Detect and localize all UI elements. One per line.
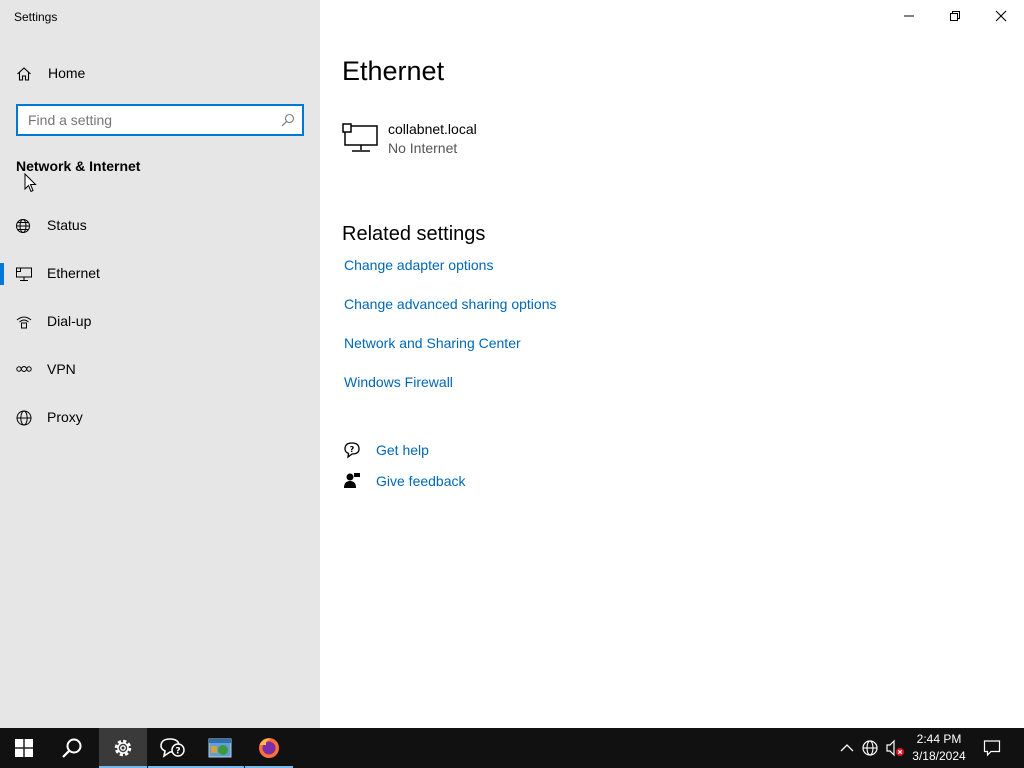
sidebar-item-vpn[interactable]: VPN xyxy=(0,349,320,397)
give-feedback-link[interactable]: Give feedback xyxy=(342,471,542,495)
sidebar-item-dialup[interactable]: Dial-up xyxy=(0,301,320,349)
taskbar-settings-button[interactable] xyxy=(99,728,147,768)
related-links: Change adapter options Change advanced s… xyxy=(344,257,557,413)
network-globe-icon xyxy=(862,740,878,756)
network-status: No Internet xyxy=(388,140,458,156)
get-help-link[interactable]: ? Get help xyxy=(342,440,542,464)
gear-icon xyxy=(114,739,132,757)
taskbar-network-app-button[interactable] xyxy=(196,728,244,768)
sidebar-item-label: VPN xyxy=(47,361,76,377)
action-center-button[interactable] xyxy=(982,738,1002,758)
feedback-person-icon xyxy=(344,473,360,488)
sidebar-item-label: Dial-up xyxy=(47,313,92,329)
taskbar-clock[interactable]: 2:44 PM 3/18/2024 xyxy=(906,731,972,765)
search-box[interactable] xyxy=(16,104,304,136)
clock-time: 2:44 PM xyxy=(916,732,962,746)
taskbar-feedback-hub-button[interactable]: ? xyxy=(148,728,196,768)
sidebar-item-status[interactable]: Status xyxy=(0,205,320,253)
sidebar: Settings Home Network & Internet Status xyxy=(0,0,320,728)
minimize-icon xyxy=(904,15,914,17)
taskbar: ? 2:44 PM 3/18/2024 xyxy=(0,728,1024,768)
volume-muted-icon xyxy=(886,739,904,757)
help-chat-icon: ? xyxy=(344,442,360,459)
search-input[interactable] xyxy=(28,111,278,129)
related-settings-title: Related settings xyxy=(342,223,486,245)
app-title: Settings xyxy=(14,10,58,24)
minimize-button[interactable] xyxy=(886,0,932,32)
home-nav[interactable]: Home xyxy=(0,58,320,88)
svg-text:?: ? xyxy=(350,445,355,454)
close-button[interactable] xyxy=(978,0,1024,32)
sidebar-item-label: Status xyxy=(47,217,87,233)
windows-firewall-link[interactable]: Windows Firewall xyxy=(344,374,557,413)
clock-date: 3/18/2024 xyxy=(912,749,966,763)
taskbar-search-button[interactable] xyxy=(48,728,96,768)
change-advanced-sharing-link[interactable]: Change advanced sharing options xyxy=(344,296,557,335)
give-feedback-label: Give feedback xyxy=(376,473,466,489)
taskbar-firefox-button[interactable] xyxy=(245,728,293,768)
network-item[interactable]: collabnet.local No Internet xyxy=(342,118,642,162)
network-name: collabnet.local xyxy=(388,121,477,137)
network-tray-button[interactable] xyxy=(861,738,881,758)
ethernet-network-icon xyxy=(342,123,378,152)
windows-logo-icon xyxy=(15,739,33,757)
mouse-cursor-icon xyxy=(24,173,37,193)
notification-icon xyxy=(983,740,1001,757)
home-label: Home xyxy=(48,65,86,81)
feedback-hub-icon: ? xyxy=(160,738,185,758)
search-icon xyxy=(62,738,82,758)
search-icon[interactable] xyxy=(281,113,295,127)
network-window-icon xyxy=(208,738,232,758)
svg-text:?: ? xyxy=(175,747,180,757)
firefox-icon xyxy=(259,738,279,758)
sidebar-item-proxy[interactable]: Proxy xyxy=(0,397,320,445)
sidebar-nav: Status Ethernet Dial-up VPN Proxy xyxy=(0,205,320,445)
get-help-label: Get help xyxy=(376,442,429,458)
page-title: Ethernet xyxy=(342,56,445,86)
close-icon xyxy=(995,10,1007,22)
sidebar-item-ethernet[interactable]: Ethernet xyxy=(0,253,320,301)
sidebar-item-label: Ethernet xyxy=(47,265,100,281)
restore-icon xyxy=(950,11,960,21)
globe-status-icon xyxy=(16,219,30,233)
globe-icon xyxy=(16,410,32,426)
change-adapter-options-link[interactable]: Change adapter options xyxy=(344,257,557,296)
show-hidden-icons-button[interactable] xyxy=(837,738,857,758)
network-sharing-center-link[interactable]: Network and Sharing Center xyxy=(344,335,557,374)
chevron-up-icon xyxy=(840,744,854,752)
restore-button[interactable] xyxy=(932,0,978,32)
vpn-icon xyxy=(16,366,32,372)
sidebar-item-label: Proxy xyxy=(47,409,83,425)
home-icon xyxy=(17,67,31,81)
dialup-icon xyxy=(16,316,32,329)
volume-tray-button[interactable] xyxy=(885,738,905,758)
section-title: Network & Internet xyxy=(16,158,141,174)
start-button[interactable] xyxy=(0,728,48,768)
ethernet-icon xyxy=(16,267,32,281)
